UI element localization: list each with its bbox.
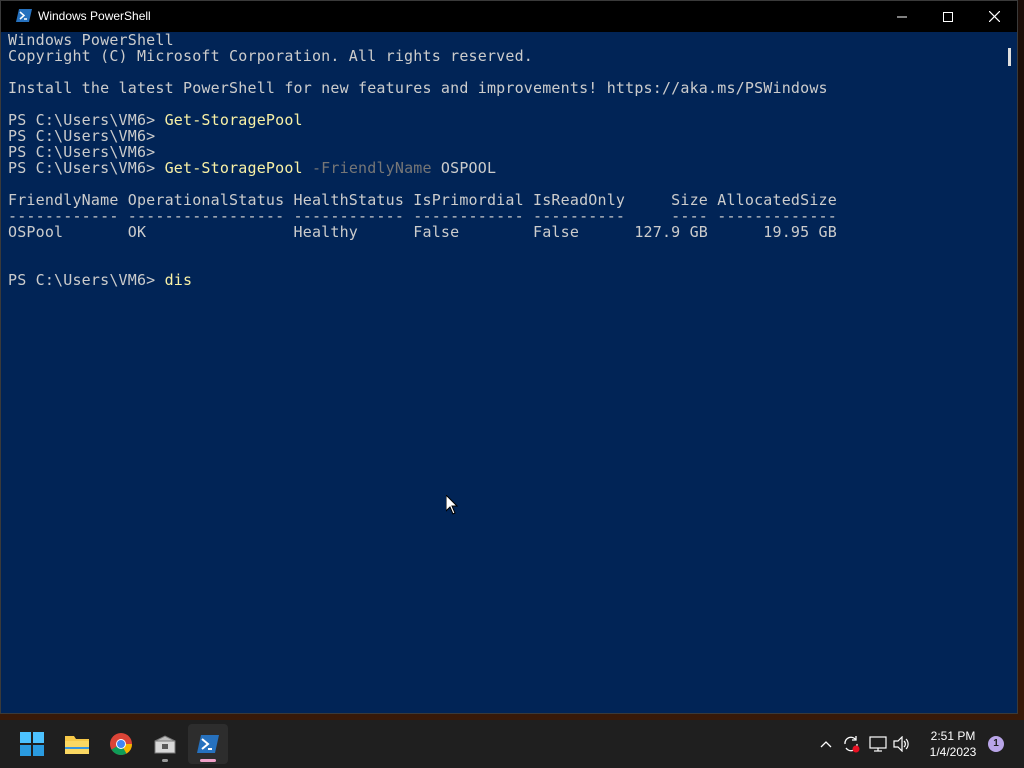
network-button[interactable] — [868, 734, 888, 754]
powershell-icon — [197, 735, 219, 753]
command-input[interactable]: dis — [165, 271, 193, 289]
window-title: Windows PowerShell — [38, 9, 151, 23]
prompt-line-3: PS C:\Users\VM6> — [8, 143, 156, 161]
start-icon — [20, 732, 44, 756]
start-button[interactable] — [12, 724, 52, 764]
console-output[interactable]: Windows PowerShell Copyright (C) Microso… — [8, 32, 1003, 713]
running-indicator — [162, 759, 168, 762]
maximize-button[interactable] — [925, 1, 971, 32]
table-header: FriendlyName OperationalStatus HealthSta… — [8, 191, 837, 209]
file-explorer-button[interactable] — [57, 724, 97, 764]
scrollbar-thumb[interactable] — [1008, 48, 1011, 66]
title-bar[interactable]: Windows PowerShell — [1, 1, 1017, 32]
clock[interactable]: 2:51 PM 1/4/2023 — [925, 728, 981, 760]
prompt-line-current[interactable]: PS C:\Users\VM6> dis — [8, 272, 192, 288]
package-installer-icon — [154, 735, 176, 754]
banner-install-hint: Install the latest PowerShell for new fe… — [8, 79, 828, 97]
command-text: Get-StoragePool — [164, 159, 303, 177]
banner-title: Windows PowerShell — [8, 32, 174, 49]
chrome-icon — [110, 733, 132, 755]
sync-status-button[interactable] — [841, 734, 861, 754]
prompt-line-1: PS C:\Users\VM6> Get-StoragePool — [8, 112, 303, 128]
chevron-up-icon — [820, 741, 832, 748]
close-icon — [988, 11, 1000, 22]
minimize-icon — [897, 16, 907, 17]
file-explorer-icon — [65, 736, 89, 754]
maximize-icon — [943, 11, 953, 22]
mouse-pointer-icon — [446, 495, 458, 515]
command-text: Get-StoragePool — [164, 111, 303, 129]
minimize-button[interactable] — [879, 1, 925, 32]
prompt-line-4: PS C:\Users\VM6> Get-StoragePool -Friend… — [8, 160, 496, 176]
prompt-line-2: PS C:\Users\VM6> — [8, 127, 156, 145]
scrollbar[interactable] — [1003, 32, 1017, 713]
sync-alert-icon — [844, 736, 860, 753]
speaker-icon — [893, 736, 909, 752]
show-hidden-icons-button[interactable] — [816, 734, 836, 754]
parameter-text: -FriendlyName — [302, 159, 432, 177]
active-indicator — [200, 759, 216, 762]
powershell-icon — [16, 9, 32, 22]
table-separator: ------------ ----------------- ---------… — [8, 207, 837, 225]
powershell-window: Windows PowerShell Windows PowerShell Co… — [0, 0, 1018, 714]
banner-copyright: Copyright (C) Microsoft Corporation. All… — [8, 47, 534, 65]
package-installer-button[interactable] — [145, 724, 185, 764]
network-icon — [869, 736, 887, 752]
notification-badge[interactable]: 1 — [988, 736, 1004, 752]
volume-button[interactable] — [892, 734, 912, 754]
taskbar: 2:51 PM 1/4/2023 — [0, 720, 1024, 768]
clock-time: 2:51 PM — [930, 729, 976, 743]
clock-date: 1/4/2023 — [929, 745, 977, 759]
prompt: PS C:\Users\VM6> — [8, 271, 165, 289]
table-row: OSPool OK Healthy False False 127.9 GB 1… — [8, 223, 837, 241]
prompt: PS C:\Users\VM6> — [8, 159, 165, 177]
chrome-button[interactable] — [101, 724, 141, 764]
argument-text: OSPOOL — [431, 159, 497, 177]
close-button[interactable] — [971, 1, 1017, 32]
powershell-taskbar-button[interactable] — [188, 724, 228, 764]
